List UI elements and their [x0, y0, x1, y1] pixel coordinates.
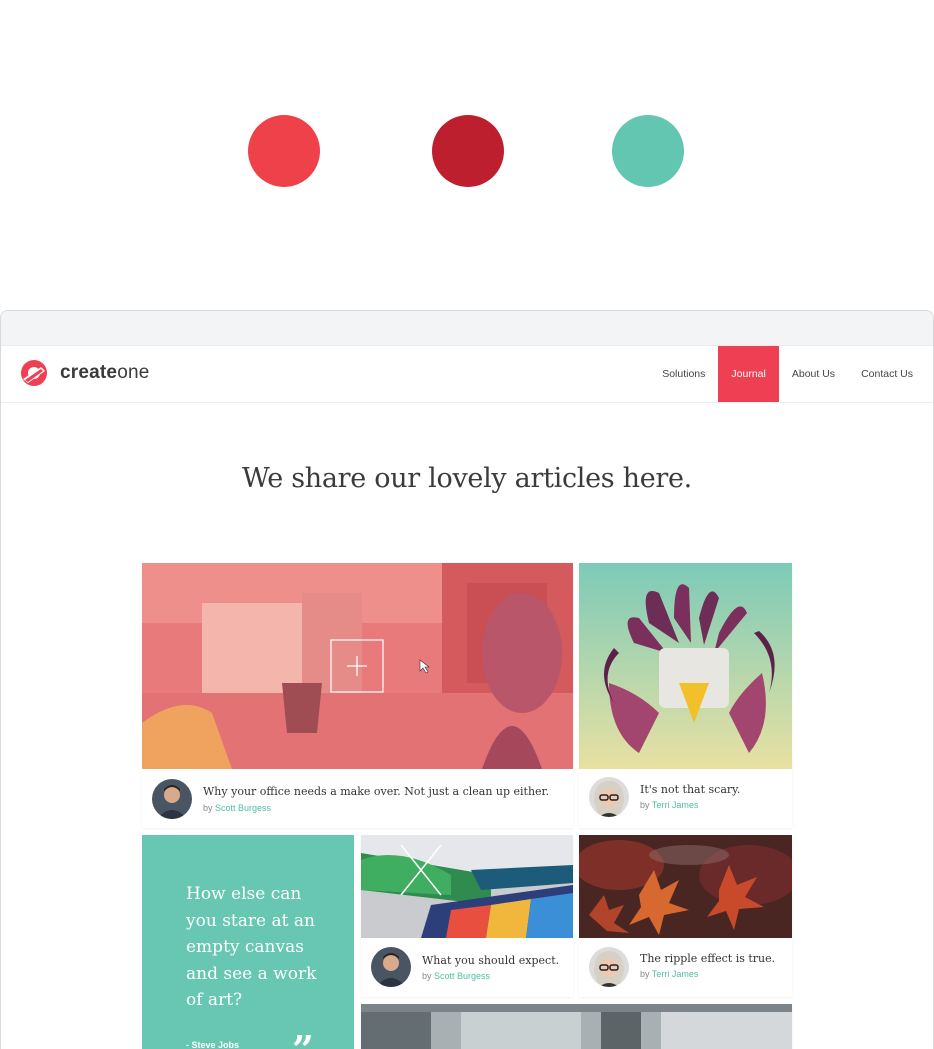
byline-prefix: by [203, 803, 213, 813]
quote-text: How else can you stare at an empty canva… [186, 884, 317, 1010]
brand-suffix: one [117, 362, 150, 383]
article-card[interactable] [361, 1004, 792, 1049]
article-meta: What you should expect. by Scott Burgess [361, 938, 573, 997]
swatch-accent [612, 115, 684, 187]
avatar [589, 947, 629, 987]
byline-prefix: by [640, 969, 650, 979]
swatch-dark [432, 115, 504, 187]
article-card[interactable]: The ripple effect is true. by Terri Jame… [579, 835, 792, 997]
author-link[interactable]: Terri James [652, 969, 699, 979]
nav-contact-us[interactable]: Contact Us [848, 346, 933, 402]
byline-prefix: by [640, 800, 650, 810]
article-card[interactable]: It's not that scary. by Terri James [579, 563, 792, 828]
conference-image [361, 835, 573, 938]
leaves-image [579, 835, 792, 938]
browser-window: createone Solutions Journal About Us Con… [0, 310, 934, 1049]
nav-solutions[interactable]: Solutions [649, 346, 718, 402]
illustration-image [579, 563, 792, 769]
page-title: We share our lovely articles here. [242, 463, 692, 494]
avatar [152, 779, 192, 819]
logo-icon[interactable] [19, 358, 49, 388]
article-byline: by Terri James [640, 969, 698, 979]
author-link[interactable]: Scott Burgess [434, 971, 490, 981]
article-card[interactable]: What you should expect. by Scott Burgess [361, 835, 573, 997]
avatar [589, 777, 629, 817]
office-image [142, 563, 573, 769]
article-title[interactable]: The ripple effect is true. [640, 952, 775, 965]
browser-toolbar [1, 311, 933, 346]
article-title[interactable]: Why your office needs a make over. Not j… [203, 785, 549, 798]
site-header: createone Solutions Journal About Us Con… [1, 346, 933, 403]
quote-card: How else can you stare at an empty canva… [142, 835, 354, 1049]
quote-author: - Steve Jobs [186, 1040, 240, 1049]
author-link[interactable]: Scott Burgess [215, 803, 271, 813]
article-byline: by Scott Burgess [422, 971, 490, 981]
article-byline: by Terri James [640, 800, 698, 810]
room-image [361, 1004, 792, 1049]
main-nav: Solutions Journal About Us Contact Us [649, 346, 933, 402]
article-meta: It's not that scary. by Terri James [579, 769, 792, 828]
avatar [371, 947, 411, 987]
brand-name[interactable]: createone [60, 362, 150, 384]
byline-prefix: by [422, 971, 432, 981]
article-card[interactable]: Why your office needs a make over. Not j… [142, 563, 573, 828]
swatch-primary [248, 115, 320, 187]
article-byline: by Scott Burgess [203, 803, 271, 813]
article-meta: The ripple effect is true. by Terri Jame… [579, 938, 792, 997]
quote-mark-icon: ” [292, 1027, 314, 1049]
article-title[interactable]: It's not that scary. [640, 783, 740, 796]
article-meta: Why your office needs a make over. Not j… [142, 769, 573, 828]
nav-about-us[interactable]: About Us [779, 346, 848, 402]
author-link[interactable]: Terri James [652, 800, 699, 810]
brand-prefix: create [60, 362, 118, 383]
nav-journal[interactable]: Journal [718, 346, 779, 402]
article-title[interactable]: What you should expect. [422, 954, 559, 967]
